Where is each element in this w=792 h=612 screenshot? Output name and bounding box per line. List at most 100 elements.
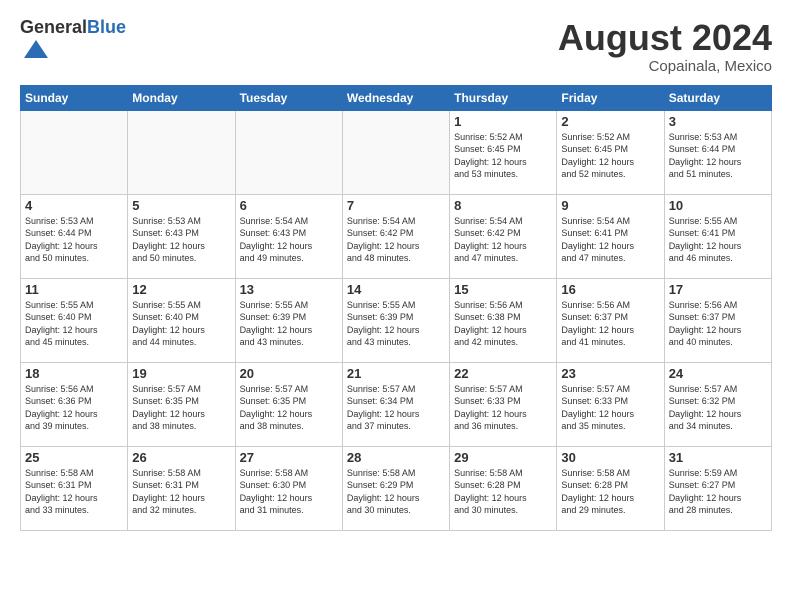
table-row: 3Sunrise: 5:53 AMSunset: 6:44 PMDaylight… — [664, 110, 771, 194]
table-row: 18Sunrise: 5:56 AMSunset: 6:36 PMDayligh… — [21, 362, 128, 446]
day-number: 14 — [347, 282, 445, 297]
col-wednesday: Wednesday — [342, 85, 449, 110]
day-number: 10 — [669, 198, 767, 213]
day-number: 21 — [347, 366, 445, 381]
day-info: Sunrise: 5:52 AMSunset: 6:45 PMDaylight:… — [561, 131, 659, 181]
table-row: 4 Sunrise: 5:53 AMSunset: 6:44 PMDaylight… — [21, 194, 128, 278]
calendar-week-2: 4 Sunrise: 5:53 AMSunset: 6:44 PMDaylight… — [21, 194, 772, 278]
day-number: 16 — [561, 282, 659, 297]
calendar-week-3: 11 Sunrise: 5:55 AMSunset: 6:40 PMDayligh… — [21, 278, 772, 362]
day-info: Sunrise: 5:57 AMSunset: 6:32 PMDaylight:… — [669, 383, 767, 433]
day-number: 30 — [561, 450, 659, 465]
logo-general-text: General — [20, 17, 87, 37]
day-info: Sunrise: 5:58 AMSunset: 6:28 PMDaylight:… — [454, 467, 552, 517]
day-info: Sunrise: 5:54 AMSunset: 6:43 PMDaylight:… — [240, 215, 338, 265]
day-number: 15 — [454, 282, 552, 297]
day-number: 7 — [347, 198, 445, 213]
day-info: Sunrise: 5:58 AMSunset: 6:31 PMDaylight:… — [25, 467, 123, 517]
day-number: 12 — [132, 282, 230, 297]
table-row: 12 Sunrise: 5:55 AMSunset: 6:40 PMDayligh… — [128, 278, 235, 362]
col-thursday: Thursday — [450, 85, 557, 110]
calendar-table: Sunday Monday Tuesday Wednesday Thursday… — [20, 85, 772, 531]
day-number: 17 — [669, 282, 767, 297]
day-info: Sunrise: 5:54 AMSunset: 6:41 PMDaylight:… — [561, 215, 659, 265]
table-row: 16 Sunrise: 5:56 AMSunset: 6:37 PMDayligh… — [557, 278, 664, 362]
day-number: 13 — [240, 282, 338, 297]
calendar-header-row: Sunday Monday Tuesday Wednesday Thursday… — [21, 85, 772, 110]
table-row: 8 Sunrise: 5:54 AMSunset: 6:42 PMDaylight… — [450, 194, 557, 278]
table-row: 11 Sunrise: 5:55 AMSunset: 6:40 PMDayligh… — [21, 278, 128, 362]
table-row: 19 Sunrise: 5:57 AMSunset: 6:35 PMDayligh… — [128, 362, 235, 446]
day-number: 20 — [240, 366, 338, 381]
day-info: Sunrise: 5:57 AMSunset: 6:33 PMDaylight:… — [561, 383, 659, 433]
table-row: 31Sunrise: 5:59 AMSunset: 6:27 PMDayligh… — [664, 446, 771, 530]
logo-blue-text: Blue — [87, 17, 126, 37]
table-row: 17Sunrise: 5:56 AMSunset: 6:37 PMDayligh… — [664, 278, 771, 362]
header: GeneralBlue August 2024 Copainala, Mexic… — [20, 18, 772, 75]
table-row: 14 Sunrise: 5:55 AMSunset: 6:39 PMDayligh… — [342, 278, 449, 362]
col-sunday: Sunday — [21, 85, 128, 110]
table-row: 30 Sunrise: 5:58 AMSunset: 6:28 PMDayligh… — [557, 446, 664, 530]
table-row: 29 Sunrise: 5:58 AMSunset: 6:28 PMDayligh… — [450, 446, 557, 530]
table-row: 22Sunrise: 5:57 AMSunset: 6:33 PMDayligh… — [450, 362, 557, 446]
day-info: Sunrise: 5:55 AMSunset: 6:41 PMDaylight:… — [669, 215, 767, 265]
table-row: 2 Sunrise: 5:52 AMSunset: 6:45 PMDaylight… — [557, 110, 664, 194]
day-number: 1 — [454, 114, 552, 129]
day-info: Sunrise: 5:52 AMSunset: 6:45 PMDaylight:… — [454, 131, 552, 181]
title-block: August 2024 Copainala, Mexico — [558, 18, 772, 75]
table-row: 28 Sunrise: 5:58 AMSunset: 6:29 PMDayligh… — [342, 446, 449, 530]
day-number: 6 — [240, 198, 338, 213]
day-info: Sunrise: 5:57 AMSunset: 6:34 PMDaylight:… — [347, 383, 445, 433]
page: GeneralBlue August 2024 Copainala, Mexic… — [0, 0, 792, 612]
day-info: Sunrise: 5:56 AMSunset: 6:37 PMDaylight:… — [561, 299, 659, 349]
day-number: 19 — [132, 366, 230, 381]
day-info: Sunrise: 5:54 AMSunset: 6:42 PMDaylight:… — [454, 215, 552, 265]
table-row — [21, 110, 128, 194]
day-number: 18 — [25, 366, 123, 381]
table-row: 13 Sunrise: 5:55 AMSunset: 6:39 PMDayligh… — [235, 278, 342, 362]
day-number: 9 — [561, 198, 659, 213]
logo-icon — [22, 38, 50, 66]
day-number: 4 — [25, 198, 123, 213]
day-number: 23 — [561, 366, 659, 381]
day-number: 31 — [669, 450, 767, 465]
day-number: 8 — [454, 198, 552, 213]
table-row: 5Sunrise: 5:53 AMSunset: 6:43 PMDaylight… — [128, 194, 235, 278]
day-info: Sunrise: 5:54 AMSunset: 6:42 PMDaylight:… — [347, 215, 445, 265]
day-info: Sunrise: 5:57 AMSunset: 6:33 PMDaylight:… — [454, 383, 552, 433]
day-info: Sunrise: 5:56 AMSunset: 6:38 PMDaylight:… — [454, 299, 552, 349]
day-info: Sunrise: 5:53 AMSunset: 6:44 PMDaylight:… — [25, 215, 123, 265]
day-info: Sunrise: 5:58 AMSunset: 6:28 PMDaylight:… — [561, 467, 659, 517]
day-info: Sunrise: 5:58 AMSunset: 6:31 PMDaylight:… — [132, 467, 230, 517]
day-info: Sunrise: 5:53 AMSunset: 6:43 PMDaylight:… — [132, 215, 230, 265]
day-number: 28 — [347, 450, 445, 465]
table-row: 27 Sunrise: 5:58 AMSunset: 6:30 PMDayligh… — [235, 446, 342, 530]
calendar-title: August 2024 — [558, 18, 772, 58]
day-info: Sunrise: 5:55 AMSunset: 6:39 PMDaylight:… — [240, 299, 338, 349]
day-info: Sunrise: 5:57 AMSunset: 6:35 PMDaylight:… — [132, 383, 230, 433]
day-info: Sunrise: 5:53 AMSunset: 6:44 PMDaylight:… — [669, 131, 767, 181]
table-row: 10 Sunrise: 5:55 AMSunset: 6:41 PMDayligh… — [664, 194, 771, 278]
day-info: Sunrise: 5:55 AMSunset: 6:40 PMDaylight:… — [132, 299, 230, 349]
table-row — [342, 110, 449, 194]
day-number: 11 — [25, 282, 123, 297]
col-monday: Monday — [128, 85, 235, 110]
col-tuesday: Tuesday — [235, 85, 342, 110]
day-info: Sunrise: 5:55 AMSunset: 6:40 PMDaylight:… — [25, 299, 123, 349]
table-row: 25Sunrise: 5:58 AMSunset: 6:31 PMDayligh… — [21, 446, 128, 530]
day-number: 29 — [454, 450, 552, 465]
day-number: 2 — [561, 114, 659, 129]
day-info: Sunrise: 5:55 AMSunset: 6:39 PMDaylight:… — [347, 299, 445, 349]
table-row: 1 Sunrise: 5:52 AMSunset: 6:45 PMDaylight… — [450, 110, 557, 194]
table-row: 21 Sunrise: 5:57 AMSunset: 6:34 PMDayligh… — [342, 362, 449, 446]
day-info: Sunrise: 5:57 AMSunset: 6:35 PMDaylight:… — [240, 383, 338, 433]
day-info: Sunrise: 5:58 AMSunset: 6:30 PMDaylight:… — [240, 467, 338, 517]
calendar-week-5: 25Sunrise: 5:58 AMSunset: 6:31 PMDayligh… — [21, 446, 772, 530]
table-row: 7 Sunrise: 5:54 AMSunset: 6:42 PMDaylight… — [342, 194, 449, 278]
table-row: 6 Sunrise: 5:54 AMSunset: 6:43 PMDaylight… — [235, 194, 342, 278]
col-friday: Friday — [557, 85, 664, 110]
day-number: 24 — [669, 366, 767, 381]
logo: GeneralBlue — [20, 18, 126, 71]
day-info: Sunrise: 5:58 AMSunset: 6:29 PMDaylight:… — [347, 467, 445, 517]
day-number: 27 — [240, 450, 338, 465]
